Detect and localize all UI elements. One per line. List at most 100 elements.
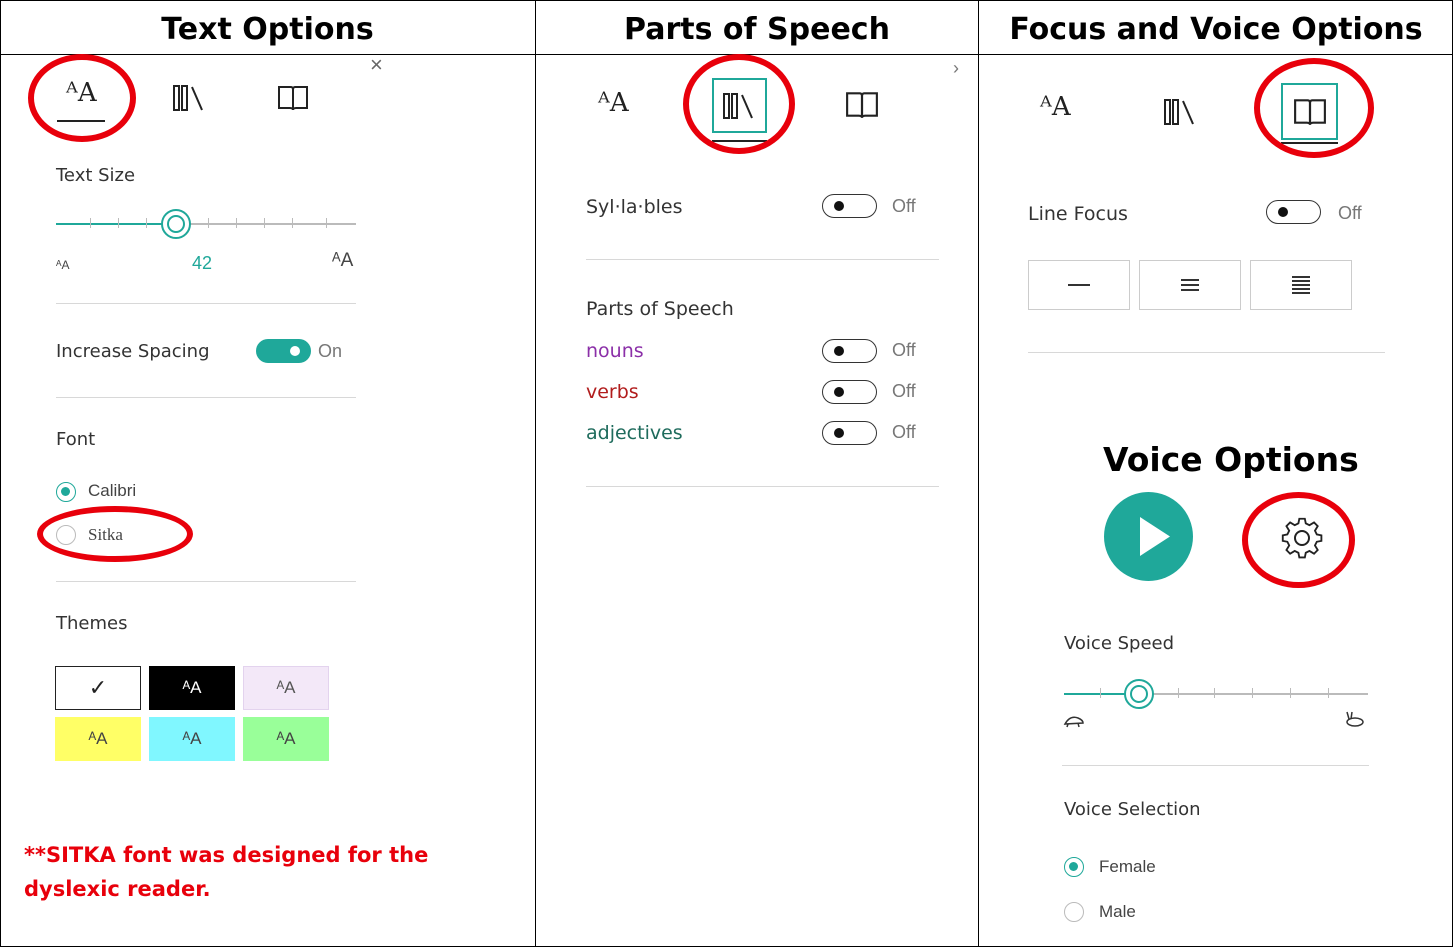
syllables-toggle[interactable]: [822, 194, 877, 218]
slider-tick: [326, 218, 327, 228]
books-icon: [1164, 99, 1194, 125]
divider: [586, 259, 939, 260]
books-icon: [173, 85, 203, 111]
text-size-small-icon: ᴬA: [56, 258, 70, 272]
sitka-note: **SITKA font was designed for the dyslex…: [24, 843, 429, 901]
divider: [56, 581, 356, 582]
font-radio-calibri[interactable]: [56, 482, 76, 502]
text-size-large-icon: ᴬA: [332, 250, 354, 271]
column-divider: [978, 0, 979, 947]
three-lines-icon: [1181, 279, 1199, 291]
verbs-toggle[interactable]: [822, 380, 877, 404]
syllables-label: Syl·la·bles: [586, 196, 683, 218]
check-icon: ✓: [88, 675, 108, 700]
voice-option-male: Male: [1099, 902, 1136, 921]
verbs-label: verbs: [586, 381, 639, 403]
line-focus-five-lines-button[interactable]: [1250, 260, 1352, 310]
toggle-knob: [290, 346, 300, 356]
slider-tick: [118, 218, 119, 228]
slider-tick: [1252, 688, 1253, 698]
open-book-icon: [846, 92, 878, 118]
voice-speed-label: Voice Speed: [1064, 633, 1175, 654]
voice-radio-female[interactable]: [1064, 857, 1084, 877]
slider-tick: [208, 218, 209, 228]
nouns-state: Off: [892, 340, 916, 360]
toggle-knob: [1278, 207, 1288, 217]
slider-tick: [292, 218, 293, 228]
rabbit-icon: [1343, 710, 1367, 733]
turtle-icon: [1062, 714, 1086, 733]
highlight-circle: [37, 506, 193, 562]
toggle-knob: [834, 346, 844, 356]
tab-grammar-tools[interactable]: [172, 84, 208, 117]
voice-options-title: Voice Options: [1103, 440, 1359, 479]
slider-tick: [264, 218, 265, 228]
slider-tick: [236, 218, 237, 228]
slider-tick: [1328, 688, 1329, 698]
voice-selection-label: Voice Selection: [1064, 799, 1201, 820]
toggle-knob: [834, 428, 844, 438]
close-icon[interactable]: ×: [370, 52, 383, 78]
parts-of-speech-heading: Parts of Speech: [586, 298, 734, 320]
slider-tick: [1178, 688, 1179, 698]
chevron-right-icon[interactable]: ›: [953, 58, 959, 79]
text-size-value: 42: [192, 253, 213, 273]
column-divider: [535, 0, 536, 947]
slider-tick: [1100, 688, 1101, 698]
line-focus-toggle[interactable]: [1266, 200, 1321, 224]
voice-speed-slider-thumb[interactable]: [1124, 679, 1154, 709]
theme-swatch-black[interactable]: ᴬA: [149, 666, 235, 710]
highlight-circle: [1254, 58, 1374, 158]
theme-swatch-white[interactable]: ✓: [55, 666, 141, 710]
adjectives-label: adjectives: [586, 422, 683, 444]
header-text-options: Text Options: [161, 12, 374, 47]
increase-spacing-toggle[interactable]: [256, 339, 311, 363]
adjectives-toggle[interactable]: [822, 421, 877, 445]
voice-option-female: Female: [1099, 857, 1156, 876]
highlight-circle: [28, 54, 136, 142]
syllables-state: Off: [892, 196, 916, 216]
header-parts-of-speech: Parts of Speech: [624, 12, 890, 47]
line-focus-label: Line Focus: [1028, 203, 1128, 225]
divider: [1028, 352, 1385, 353]
text-size-label: Text Size: [56, 165, 136, 186]
tab-text-options[interactable]: ᴬA: [1040, 92, 1071, 122]
tab-reading-preferences[interactable]: [277, 84, 309, 117]
play-icon: [1140, 517, 1170, 556]
theme-swatch-yellow[interactable]: ᴬA: [55, 717, 141, 761]
theme-swatch-green[interactable]: ᴬA: [243, 717, 329, 761]
theme-swatch-lavender[interactable]: ᴬA: [243, 666, 329, 710]
open-book-icon: [278, 86, 308, 111]
verbs-state: Off: [892, 381, 916, 401]
tab-grammar-tools[interactable]: [1163, 98, 1199, 131]
play-button[interactable]: [1104, 492, 1193, 581]
slider-tick: [1290, 688, 1291, 698]
divider: [56, 303, 356, 304]
adjectives-state: Off: [892, 422, 916, 442]
increase-spacing-label: Increase Spacing: [56, 341, 210, 362]
font-label: Font: [56, 429, 96, 450]
themes-label: Themes: [56, 613, 128, 634]
line-focus-one-line-button[interactable]: [1028, 260, 1130, 310]
line-focus-three-lines-button[interactable]: [1139, 260, 1241, 310]
text-size-slider-thumb[interactable]: [161, 209, 191, 239]
five-lines-icon: [1292, 276, 1310, 294]
theme-swatch-cyan[interactable]: ᴬA: [149, 717, 235, 761]
slider-tick: [146, 218, 147, 228]
toggle-knob: [834, 387, 844, 397]
text-size-icon: ᴬA: [1040, 92, 1071, 122]
tab-text-options[interactable]: ᴬA: [598, 88, 629, 118]
line-focus-state: Off: [1338, 203, 1362, 223]
header-focus-voice: Focus and Voice Options: [1009, 12, 1423, 47]
font-option-calibri: Calibri: [88, 481, 137, 500]
slider-tick: [1214, 688, 1215, 698]
voice-radio-male[interactable]: [1064, 902, 1084, 922]
highlight-circle: [1242, 492, 1355, 588]
slider-tick: [90, 218, 91, 228]
one-line-icon: [1068, 284, 1090, 286]
increase-spacing-state: On: [318, 341, 343, 361]
tab-reading-preferences[interactable]: [845, 90, 879, 125]
text-size-slider-fill: [56, 223, 176, 225]
divider: [586, 486, 939, 487]
nouns-toggle[interactable]: [822, 339, 877, 363]
